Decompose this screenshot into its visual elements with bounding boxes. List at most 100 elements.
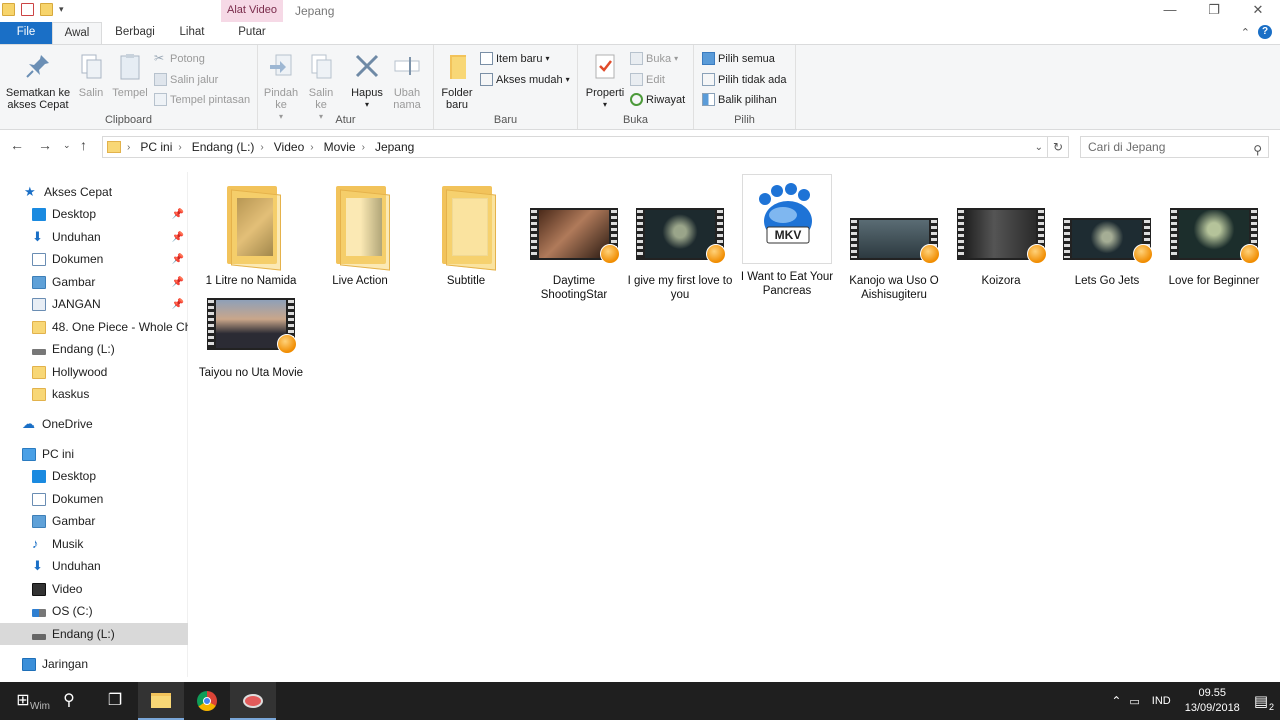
file-item-video[interactable]: Love for Beginner — [1161, 178, 1267, 288]
chevron-down-icon[interactable]: ⌄ — [1035, 142, 1043, 153]
new-folder-icon[interactable] — [40, 3, 53, 16]
search-button[interactable]: ⚲ — [46, 682, 92, 720]
nav-item-os-drive[interactable]: OS (C:) — [0, 600, 188, 622]
address-bar[interactable]: › PC ini › Endang (L:) › Video › Movie ›… — [102, 136, 1048, 158]
open-button[interactable]: Buka ▾ — [630, 52, 678, 65]
copy-button[interactable]: Salin — [74, 51, 108, 99]
select-all-button[interactable]: Pilih semua — [702, 52, 775, 65]
nav-item-pc-documents[interactable]: Dokumen — [0, 488, 188, 510]
file-item-video[interactable]: Lets Go Jets — [1054, 178, 1160, 288]
file-item-video[interactable]: Kanojo wa Uso O Aishisugiteru — [841, 178, 947, 302]
folder-icon[interactable] — [2, 3, 15, 16]
copy-path-button[interactable]: Salin jalur — [154, 73, 218, 86]
breadcrumb-separator-icon[interactable]: › — [362, 142, 365, 153]
tab-home[interactable]: Awal — [52, 22, 102, 44]
properties-icon[interactable] — [21, 3, 34, 16]
file-item-video[interactable]: Koizora — [948, 178, 1054, 288]
nav-item-endang-drive[interactable]: Endang (L:) — [0, 623, 188, 645]
tab-file[interactable]: File — [0, 22, 52, 44]
file-item-video[interactable]: Daytime ShootingStar — [521, 178, 627, 302]
chrome-taskbar-button[interactable] — [184, 682, 230, 720]
copy-to-button[interactable]: Salin ke ▾ — [302, 51, 340, 123]
nav-item-documents[interactable]: Dokumen 📌 — [0, 248, 188, 270]
refresh-button[interactable]: ↻ — [1047, 136, 1069, 158]
new-folder-button[interactable]: Folder baru — [438, 51, 476, 111]
language-indicator[interactable]: IND — [1152, 695, 1171, 707]
pin-quick-access-button[interactable]: Sematkan ke akses Cepat — [4, 51, 72, 111]
pin-icon[interactable]: 📌 — [172, 232, 184, 243]
breadcrumb-separator-icon[interactable]: › — [310, 142, 313, 153]
battery-icon[interactable]: ▭ — [1129, 695, 1139, 708]
properties-button[interactable]: Properti ▾ — [582, 51, 628, 111]
cut-button[interactable]: ✂ Potong — [154, 52, 205, 65]
paste-shortcut-button[interactable]: Tempel pintasan — [154, 93, 250, 106]
file-item-video[interactable]: I give my first love to you — [627, 178, 733, 302]
nav-item-music[interactable]: ♪ Musik — [0, 533, 188, 555]
nav-item-downloads[interactable]: ⬇ Unduhan 📌 — [0, 226, 188, 248]
file-item-folder[interactable]: Live Action — [307, 178, 413, 288]
nav-item-jangan[interactable]: JANGAN 📌 — [0, 293, 188, 315]
nav-item-hollywood[interactable]: Hollywood — [0, 361, 188, 383]
forward-arrow-icon[interactable]: → — [38, 137, 52, 153]
edit-button[interactable]: Edit — [630, 73, 665, 86]
nav-item-onedrive[interactable]: ☁ OneDrive — [0, 413, 188, 435]
pin-icon[interactable]: 📌 — [172, 277, 184, 288]
breadcrumb-separator-icon[interactable]: › — [178, 142, 181, 153]
clock[interactable]: 09.55 13/09/2018 — [1185, 686, 1240, 716]
nav-item-network[interactable]: Jaringan — [0, 653, 188, 675]
nav-item-quick-access[interactable]: ★ Akses Cepat — [0, 181, 188, 203]
up-arrow-icon[interactable]: ↑ — [80, 137, 87, 153]
breadcrumb-video[interactable]: Video — [274, 140, 304, 154]
nav-item-videos[interactable]: Video — [0, 578, 188, 600]
nav-item-pictures[interactable]: Gambar 📌 — [0, 271, 188, 293]
nav-item-kaskus[interactable]: kaskus — [0, 383, 188, 405]
move-to-button[interactable]: Pindah ke ▾ — [262, 51, 300, 123]
nav-item-pc-pictures[interactable]: Gambar — [0, 510, 188, 532]
nav-item-pc-desktop[interactable]: Desktop — [0, 465, 188, 487]
tab-play[interactable]: Putar — [221, 22, 283, 44]
tab-view[interactable]: Lihat — [168, 22, 216, 44]
chevron-up-icon[interactable]: ⌃ — [1241, 26, 1250, 39]
minimize-button[interactable]: — — [1148, 0, 1192, 22]
search-input[interactable]: Cari di Jepang ⚲ — [1080, 136, 1269, 158]
breadcrumb-drive[interactable]: Endang (L:) — [192, 140, 255, 154]
notification-center-icon[interactable]: ▤ 2 — [1254, 692, 1274, 712]
nav-item-endang-drive-quick[interactable]: Endang (L:) — [0, 338, 188, 360]
chevron-down-icon[interactable]: ▾ — [59, 4, 64, 15]
back-arrow-icon[interactable]: ← — [10, 137, 24, 153]
rename-button[interactable]: Ubah nama — [388, 51, 426, 111]
help-icon[interactable]: ? — [1258, 25, 1272, 39]
select-none-button[interactable]: Pilih tidak ada — [702, 73, 787, 86]
task-view-button[interactable]: ❐ — [92, 682, 138, 720]
pin-icon[interactable]: 📌 — [172, 209, 184, 220]
tab-share[interactable]: Berbagi — [106, 22, 164, 44]
breadcrumb-separator-icon[interactable]: › — [127, 142, 130, 153]
breadcrumb-movie[interactable]: Movie — [324, 140, 356, 154]
chevron-up-icon[interactable]: ⌃ — [1111, 694, 1121, 708]
restore-button[interactable]: ❐ — [1192, 0, 1236, 22]
copy-icon — [76, 51, 106, 81]
nav-item-one-piece[interactable]: 48. One Piece - Whole Chak — [0, 316, 188, 338]
history-button[interactable]: Riwayat — [630, 93, 685, 106]
file-item-folder[interactable]: 1 Litre no Namida — [198, 178, 304, 288]
new-item-button[interactable]: Item baru ▾ — [480, 52, 549, 65]
invert-selection-button[interactable]: Balik pilihan — [702, 93, 777, 106]
nav-item-desktop[interactable]: Desktop 📌 — [0, 203, 188, 225]
paste-button[interactable]: Tempel — [110, 51, 150, 99]
file-explorer-taskbar-button[interactable] — [138, 682, 184, 720]
pin-icon[interactable]: 📌 — [172, 254, 184, 265]
easy-access-button[interactable]: Akses mudah ▾ — [480, 73, 570, 86]
file-item-folder[interactable]: Subtitle — [413, 178, 519, 288]
pin-icon[interactable]: 📌 — [172, 299, 184, 310]
breadcrumb-pc[interactable]: PC ini — [140, 140, 172, 154]
nav-item-pc-downloads[interactable]: ⬇ Unduhan — [0, 555, 188, 577]
breadcrumb-jepang[interactable]: Jepang — [375, 140, 414, 154]
nav-item-this-pc[interactable]: PC ini — [0, 443, 188, 465]
breadcrumb-separator-icon[interactable]: › — [260, 142, 263, 153]
file-item-video[interactable]: Taiyou no Uta Movie — [198, 294, 304, 380]
file-item-mkv[interactable]: MKV I Want to Eat Your Pancreas — [734, 174, 840, 298]
close-button[interactable]: ✕ — [1236, 0, 1280, 22]
recent-locations-chevron-icon[interactable]: ⌄ — [63, 140, 71, 151]
delete-button[interactable]: Hapus ▾ — [348, 51, 386, 111]
media-player-taskbar-button[interactable] — [230, 682, 276, 720]
